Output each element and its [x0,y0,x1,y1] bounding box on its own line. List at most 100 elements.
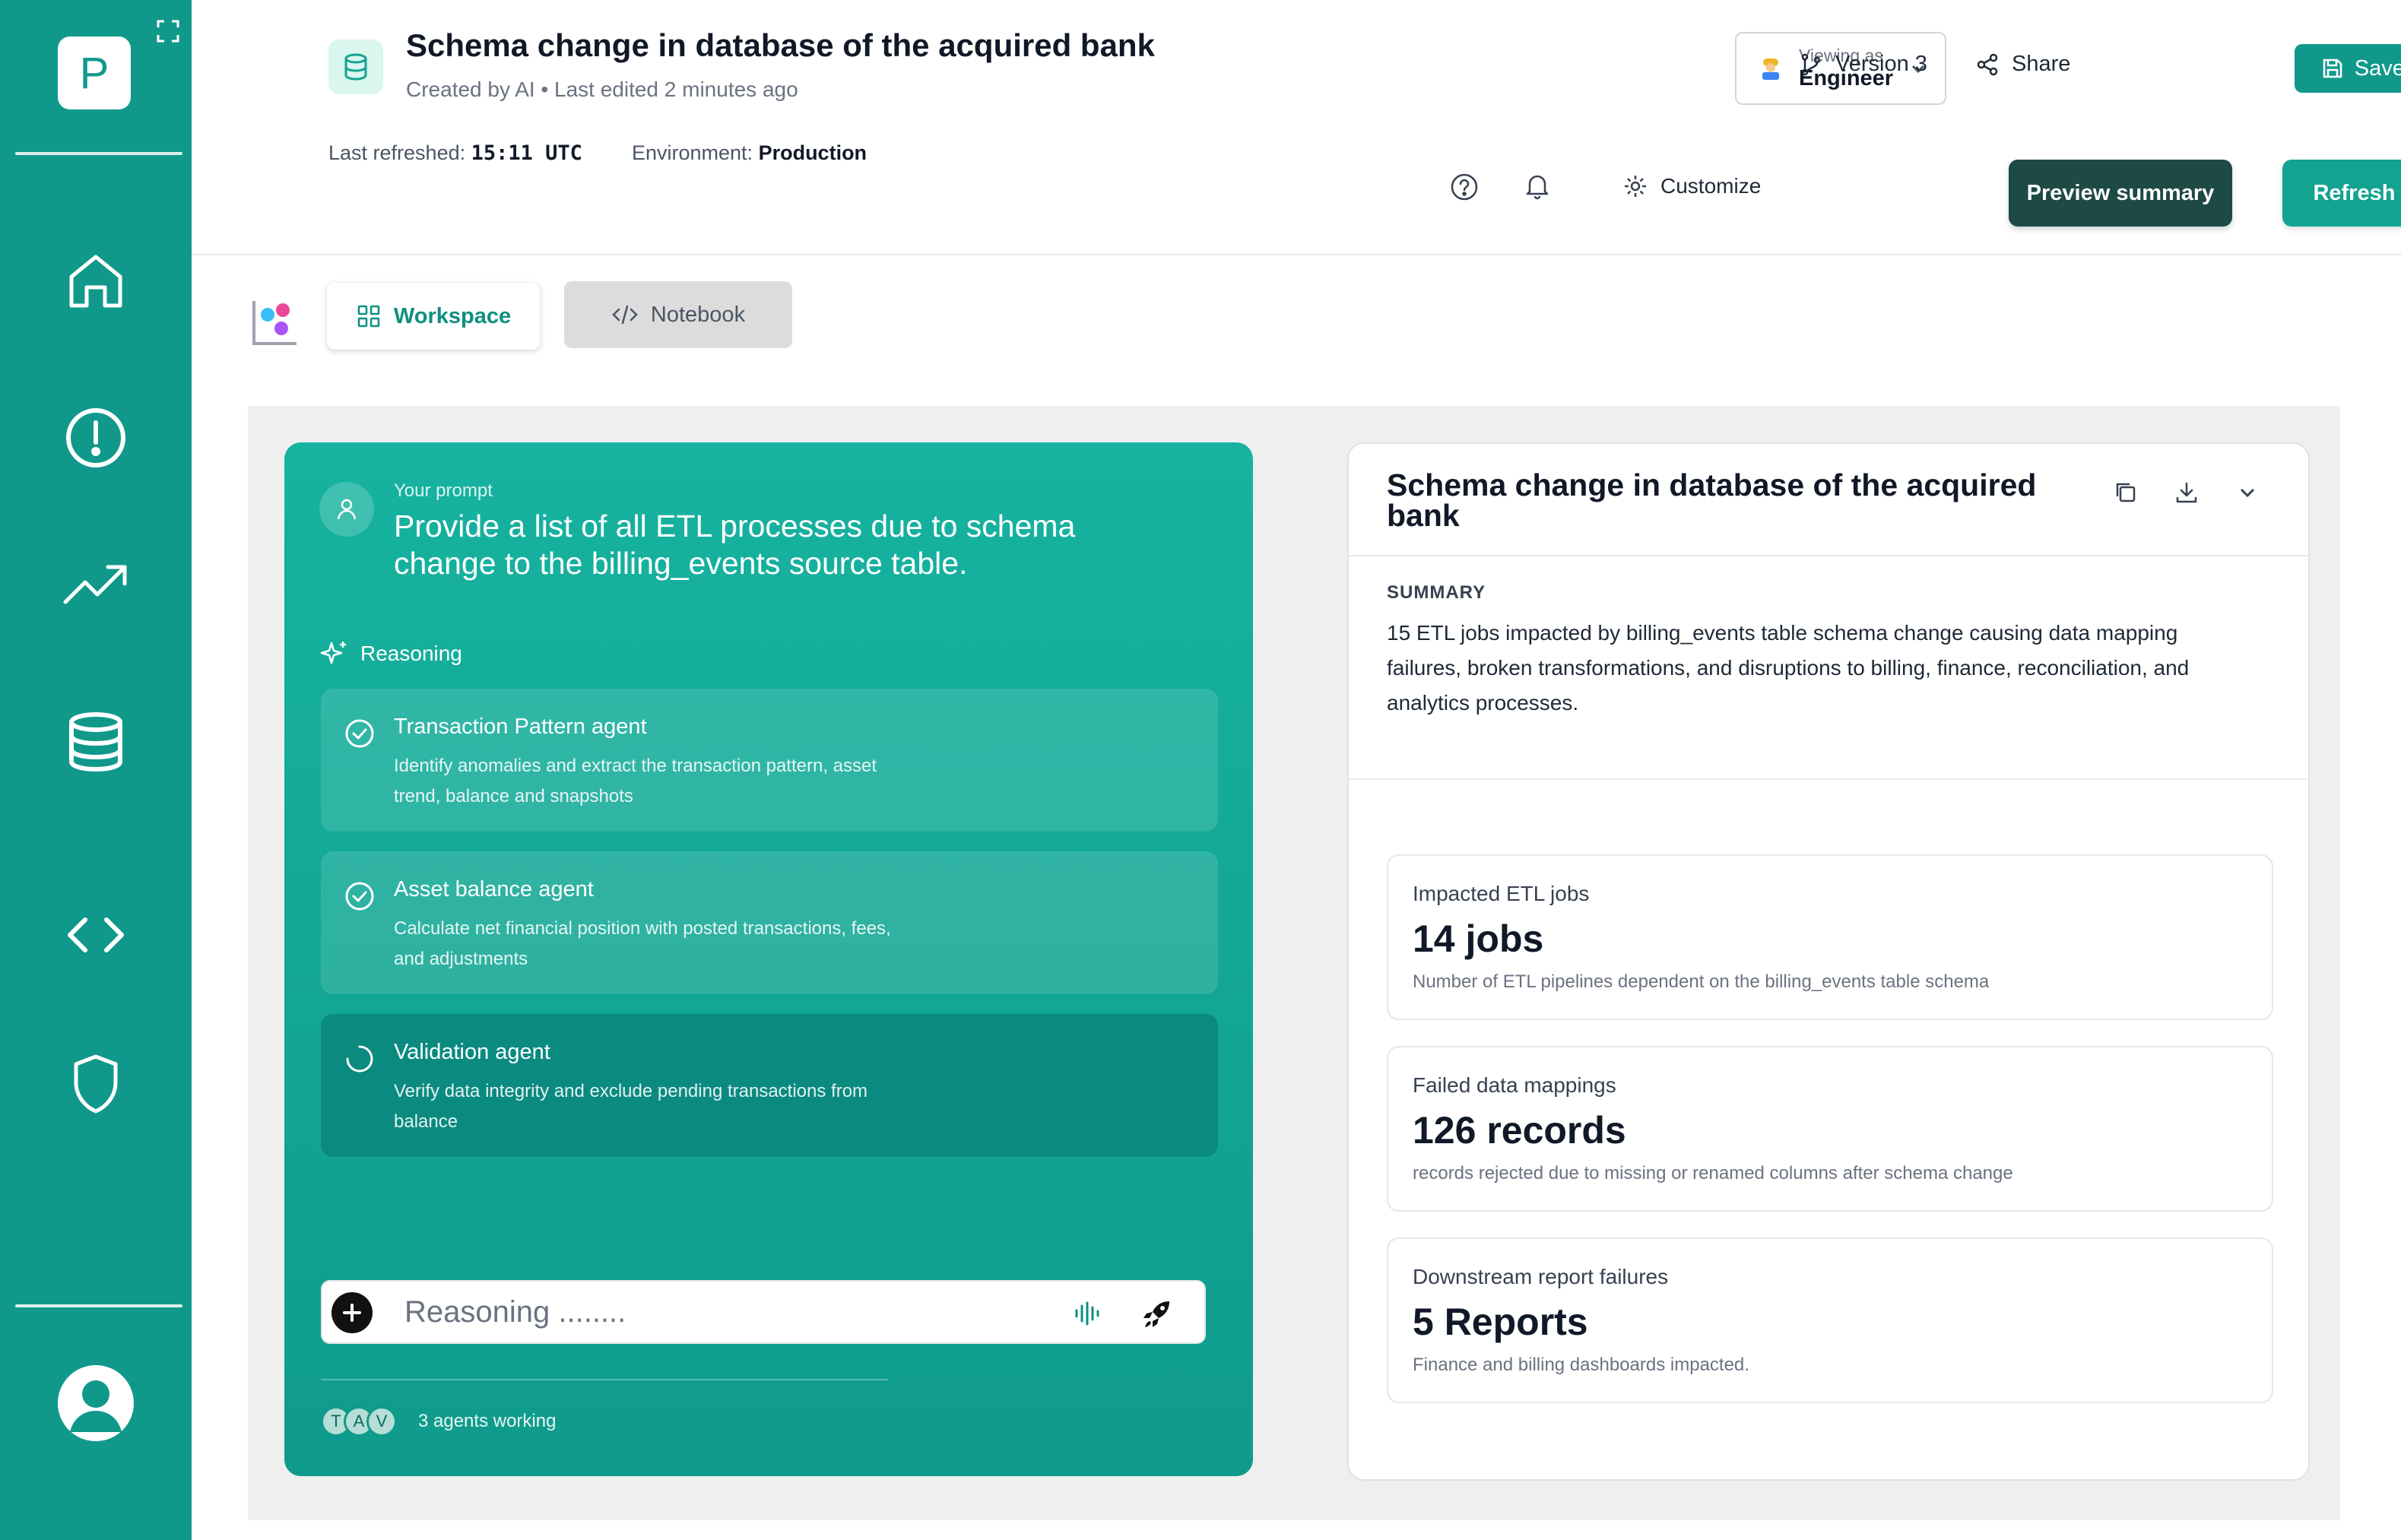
metric-label: Failed data mappings [1413,1073,1616,1097]
save-icon [2323,59,2342,78]
share-button[interactable]: Share [1975,52,2070,77]
code-icon [68,917,124,952]
sidebar-item-home[interactable] [59,245,132,318]
agent-title: Asset balance agent [394,877,594,902]
agent-card[interactable]: Asset balance agent Calculate net financ… [321,851,1218,994]
plus-icon [343,1304,361,1322]
user-avatar [319,482,374,537]
app-mark-icon [251,298,300,347]
your-prompt-label: Your prompt [394,480,493,501]
card-divider [1349,778,2308,780]
help-circle-icon [1451,173,1478,201]
expand-icon[interactable] [157,20,179,43]
user-icon [70,1380,122,1432]
sparkles-icon [320,642,346,664]
environment-value: Production [758,141,867,164]
tab-label: Workspace [393,303,512,328]
gear-icon [1625,176,1646,197]
agent-description: Calculate net financial position with po… [394,918,891,969]
help-button[interactable] [1446,169,1483,205]
tab-label: Notebook [650,302,746,327]
agent-avatars: T A V [321,1406,397,1437]
download-icon[interactable] [2171,477,2202,508]
tab-workspace[interactable]: Workspace [327,283,540,350]
sidebar: P [0,0,192,1540]
footer-divider [321,1379,888,1380]
prompt-panel: Your prompt Provide a list of all ETL pr… [284,442,1253,1476]
code-icon [612,305,638,325]
agent-description: Verify data integrity and exclude pendin… [394,1081,868,1132]
metric-label: Downstream report failures [1413,1265,1669,1288]
copy-icon[interactable] [2111,477,2141,508]
check-circle-icon [345,719,374,748]
summary-text: 15 ETL jobs impacted by billing_events t… [1387,621,2190,715]
page-header: Schema change in database of the acquire… [192,0,2401,255]
agent-avatar: V [366,1406,397,1437]
summary-card: Schema change in database of the acquire… [1347,442,2310,1481]
customize-label: Customize [1660,174,1762,198]
share-icon [1977,53,1998,75]
database-icon [69,712,122,772]
sidebar-item-alerts[interactable] [59,401,132,474]
agent-card[interactable]: Transaction Pattern agent Identify anoma… [321,689,1218,832]
attach-button[interactable] [331,1292,373,1333]
agent-title: Validation agent [394,1040,550,1064]
agent-title: Transaction Pattern agent [394,715,647,739]
reasoning-header: Reasoning [319,638,462,669]
tab-notebook[interactable]: Notebook [564,281,792,348]
home-icon [69,255,122,308]
sidebar-divider [15,1304,182,1307]
metric-description: records rejected due to missing or renam… [1413,1163,2013,1184]
reasoning-label: Reasoning [360,642,462,665]
prompt-input-bar [321,1280,1206,1344]
summary-label: SUMMARY [1387,582,1486,603]
sidebar-item-code[interactable] [59,898,132,971]
preview-summary-button[interactable]: Preview summary [2009,160,2232,227]
voice-wave-icon[interactable] [1072,1298,1102,1332]
customize-button[interactable]: Customize [1622,173,1761,199]
card-divider [1349,555,2308,556]
last-refreshed-label: Last refreshed: [328,141,466,164]
database-icon [344,53,367,81]
git-branch-icon [1801,53,1821,75]
environment-label: Environment: [631,141,753,164]
metric-description: Number of ETL pipelines dependent on the… [1413,971,1990,992]
metric-value: 14 jobs [1413,917,1544,960]
sidebar-item-trends[interactable] [59,550,132,623]
user-avatar[interactable] [58,1365,134,1441]
check-circle-icon [345,882,374,911]
metric-label: Impacted ETL jobs [1413,882,1590,905]
project-meta: Created by AI • Last edited 2 minutes ag… [406,78,798,101]
notifications-button[interactable] [1519,167,1556,204]
refresh-now-button[interactable]: Refresh now → [2282,160,2401,227]
send-rocket-icon[interactable] [1140,1297,1174,1334]
sidebar-item-security[interactable] [59,1047,132,1120]
save-label: Save Project [2354,55,2401,81]
sidebar-item-database[interactable] [59,705,132,778]
agent-card-active[interactable]: Validation agent Verify data integrity a… [321,1014,1218,1157]
sidebar-divider [15,152,182,155]
save-project-button[interactable]: Save Project [2295,44,2401,93]
shield-icon [74,1054,118,1114]
share-label: Share [2012,52,2071,76]
bell-icon [1526,175,1549,200]
loading-spinner-icon [346,1045,373,1073]
refresh-info: Last refreshed: 15:11 UTC Environment: P… [328,141,867,165]
chevron-down-icon[interactable] [2232,477,2263,508]
metric-card: Impacted ETL jobs 14 jobs Number of ETL … [1387,854,2273,1020]
metric-card: Failed data mappings 126 records records… [1387,1046,2273,1212]
grid-icon [357,305,380,328]
alert-circle-icon [66,408,125,467]
metric-card: Downstream report failures 5 Reports Fin… [1387,1237,2273,1403]
agents-working-status: 3 agents working [418,1411,557,1431]
summary-card-title: Schema change in database of the acquire… [1387,467,2037,533]
version-label: Version 3 [1835,52,1927,76]
project-badge [328,40,383,94]
worker-icon [1762,59,1779,80]
version-button[interactable]: Version 3 [1799,52,1927,77]
app-logo[interactable]: P [58,36,131,109]
page-title: Schema change in database of the acquire… [406,27,1155,63]
metric-value: 5 Reports [1413,1301,1588,1343]
metric-description: Finance and billing dashboards impacted. [1413,1355,1749,1375]
prompt-input[interactable] [404,1289,1028,1335]
